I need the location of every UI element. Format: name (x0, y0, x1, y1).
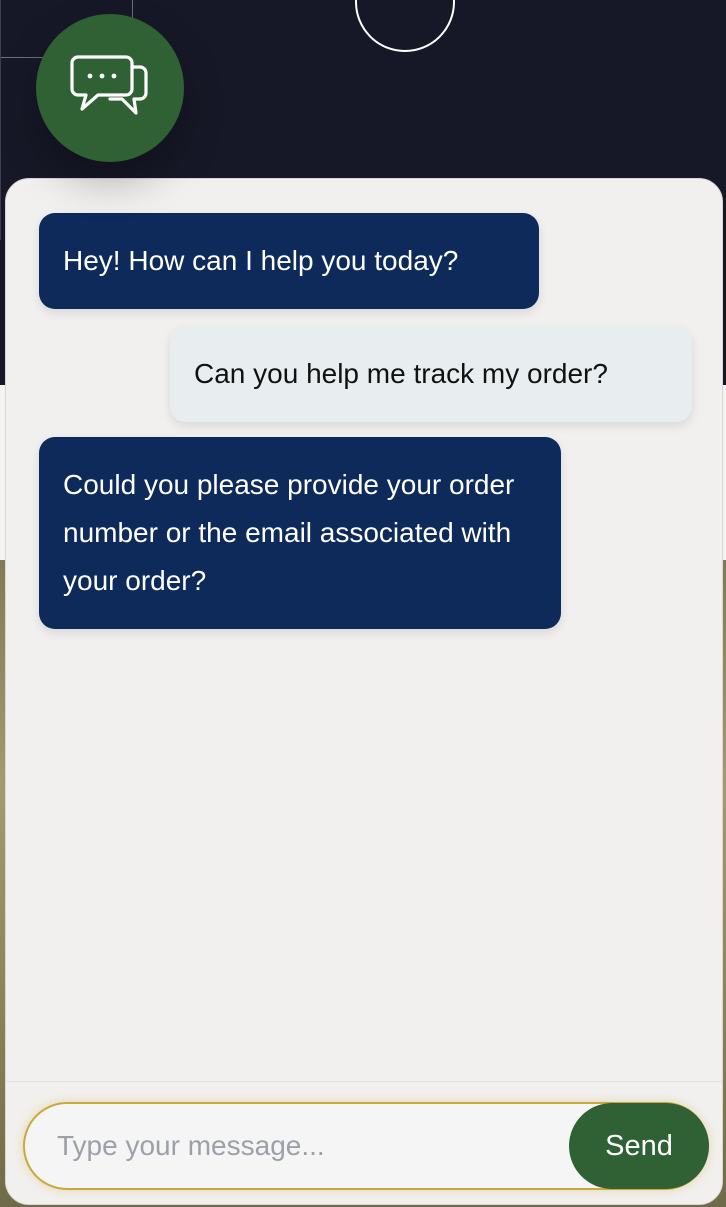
decorative-line (0, 0, 1, 240)
user-message: Can you help me track my order? (170, 326, 692, 422)
chat-bubbles-icon (70, 53, 150, 124)
send-button[interactable]: Send (569, 1103, 709, 1189)
chat-launcher-button[interactable] (36, 14, 184, 162)
composer: Send (6, 1081, 722, 1204)
message-list: Hey! How can I help you today? Can you h… (6, 179, 722, 1081)
chat-panel: Hey! How can I help you today? Can you h… (5, 178, 723, 1205)
bot-message: Hey! How can I help you today? (39, 213, 539, 309)
message-input[interactable] (27, 1106, 567, 1186)
message-input-wrapper: Send (23, 1102, 709, 1190)
bot-message: Could you please provide your order numb… (39, 437, 561, 629)
